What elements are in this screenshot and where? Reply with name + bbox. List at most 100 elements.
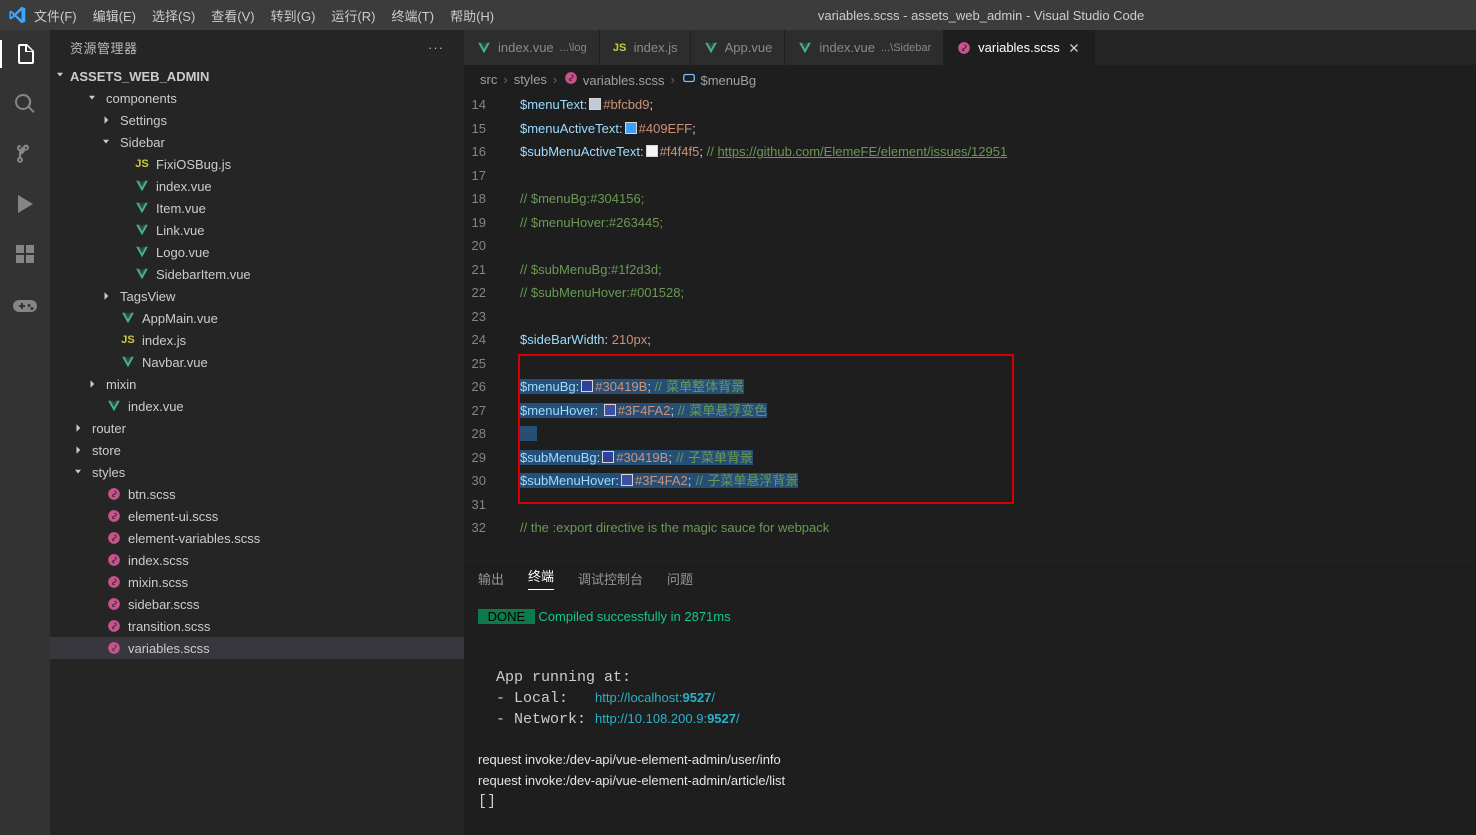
tree-file[interactable]: Item.vue bbox=[50, 197, 464, 219]
terminal-output[interactable]: DONE Compiled successfully in 2871ms App… bbox=[464, 595, 1476, 835]
menu-item[interactable]: 编辑(E) bbox=[93, 6, 136, 25]
chevron-icon bbox=[70, 442, 86, 458]
more-icon[interactable]: ··· bbox=[428, 40, 444, 55]
editor-tab[interactable]: variables.scss bbox=[944, 30, 1095, 65]
tree-file[interactable]: AppMain.vue bbox=[50, 307, 464, 329]
tab-label: index.js bbox=[634, 40, 678, 55]
breadcrumb-item[interactable]: variables.scss bbox=[563, 70, 664, 88]
chevron-icon bbox=[98, 134, 114, 150]
breadcrumb-item[interactable]: $menuBg bbox=[681, 70, 756, 88]
breadcrumb-item[interactable]: styles bbox=[514, 72, 547, 87]
breadcrumb[interactable]: src›styles› variables.scss› $menuBg bbox=[464, 65, 1476, 93]
explorer-icon[interactable] bbox=[0, 40, 50, 68]
tree-file[interactable]: JSFixiOSBug.js bbox=[50, 153, 464, 175]
tree-folder[interactable]: router bbox=[50, 417, 464, 439]
tab-label: App.vue bbox=[725, 40, 773, 55]
tree-item-label: btn.scss bbox=[128, 487, 176, 502]
sidebar-section-header[interactable]: ASSETS_WEB_ADMIN bbox=[50, 65, 464, 87]
tree-item-label: Logo.vue bbox=[156, 245, 210, 260]
chevron-icon bbox=[84, 90, 100, 106]
code-editor[interactable]: 14151617181920212223242526272829303132 $… bbox=[464, 93, 1476, 560]
tree-item-label: Item.vue bbox=[156, 201, 206, 216]
tree-file[interactable]: btn.scss bbox=[50, 483, 464, 505]
panel-tab[interactable]: 问题 bbox=[667, 569, 693, 588]
search-icon[interactable] bbox=[0, 90, 50, 118]
tree-file[interactable]: Navbar.vue bbox=[50, 351, 464, 373]
tree-file[interactable]: index.vue bbox=[50, 395, 464, 417]
tree-file[interactable]: Logo.vue bbox=[50, 241, 464, 263]
panel-tabs: 输出 终端 调试控制台 问题 bbox=[464, 561, 1476, 595]
chevron-icon bbox=[70, 420, 86, 436]
breadcrumb-item[interactable]: src bbox=[480, 72, 497, 87]
menu-item[interactable]: 终端(T) bbox=[391, 6, 434, 25]
tree-folder[interactable]: styles bbox=[50, 461, 464, 483]
tree-item-label: variables.scss bbox=[128, 641, 210, 656]
panel-tab[interactable]: 调试控制台 bbox=[578, 569, 643, 588]
run-debug-icon[interactable] bbox=[0, 190, 50, 218]
tree-item-label: index.vue bbox=[128, 399, 184, 414]
tree-item-label: SidebarItem.vue bbox=[156, 267, 251, 282]
tree-item-label: TagsView bbox=[120, 289, 175, 304]
code-pane[interactable]: $menuText:#bfcbd9;$menuActiveText:#409EF… bbox=[520, 93, 1476, 560]
explorer-sidebar: 资源管理器 ··· ASSETS_WEB_ADMIN components Set… bbox=[50, 30, 464, 835]
chevron-icon bbox=[70, 464, 86, 480]
menu-item[interactable]: 帮助(H) bbox=[450, 6, 494, 25]
editor-tabs: index.vue...\logJSindex.js App.vue index.v… bbox=[464, 30, 1476, 65]
tree-item-label: sidebar.scss bbox=[128, 597, 200, 612]
tree-file[interactable]: JSindex.js bbox=[50, 329, 464, 351]
bottom-panel: 输出 终端 调试控制台 问题 DONE Compiled successfully i… bbox=[464, 560, 1476, 835]
chevron-down-icon bbox=[54, 69, 66, 84]
sidebar-title: 资源管理器 ··· bbox=[50, 30, 464, 65]
tree-file[interactable]: element-variables.scss bbox=[50, 527, 464, 549]
menu-item[interactable]: 运行(R) bbox=[331, 6, 375, 25]
tree-item-label: transition.scss bbox=[128, 619, 210, 634]
tree-item-label: Link.vue bbox=[156, 223, 204, 238]
vscode-logo-icon bbox=[8, 6, 26, 24]
editor-tab[interactable]: JSindex.js bbox=[600, 30, 691, 65]
tree-file[interactable]: SidebarItem.vue bbox=[50, 263, 464, 285]
tree-folder[interactable]: Sidebar bbox=[50, 131, 464, 153]
tree-item-label: components bbox=[106, 91, 177, 106]
tree-file[interactable]: variables.scss bbox=[50, 637, 464, 659]
chevron-icon bbox=[98, 288, 114, 304]
tree-file[interactable]: sidebar.scss bbox=[50, 593, 464, 615]
editor-tab[interactable]: App.vue bbox=[691, 30, 786, 65]
line-gutter: 14151617181920212223242526272829303132 bbox=[464, 93, 520, 560]
menu-item[interactable]: 转到(G) bbox=[271, 6, 316, 25]
tree-item-label: index.js bbox=[142, 333, 186, 348]
tab-label: index.vue bbox=[498, 40, 554, 55]
tree-item-label: Settings bbox=[120, 113, 167, 128]
panel-tab[interactable]: 终端 bbox=[528, 566, 554, 590]
chevron-icon bbox=[98, 112, 114, 128]
tree-folder[interactable]: TagsView bbox=[50, 285, 464, 307]
panel-tab[interactable]: 输出 bbox=[478, 569, 504, 588]
tree-item-label: styles bbox=[92, 465, 125, 480]
menu-item[interactable]: 选择(S) bbox=[152, 6, 195, 25]
tree-item-label: mixin bbox=[106, 377, 136, 392]
tree-folder[interactable]: Settings bbox=[50, 109, 464, 131]
tree-folder[interactable]: mixin bbox=[50, 373, 464, 395]
menu-item[interactable]: 查看(V) bbox=[211, 6, 254, 25]
tree-item-label: element-variables.scss bbox=[128, 531, 260, 546]
tree-file[interactable]: index.scss bbox=[50, 549, 464, 571]
tree-folder[interactable]: components bbox=[50, 87, 464, 109]
editor-area: index.vue...\logJSindex.js App.vue index.v… bbox=[464, 30, 1476, 835]
editor-tab[interactable]: index.vue...\Sidebar bbox=[785, 30, 944, 65]
tree-folder[interactable]: store bbox=[50, 439, 464, 461]
tree-file[interactable]: transition.scss bbox=[50, 615, 464, 637]
tree-file[interactable]: element-ui.scss bbox=[50, 505, 464, 527]
game-icon[interactable] bbox=[0, 290, 50, 318]
source-control-icon[interactable] bbox=[0, 140, 50, 168]
tree-file[interactable]: mixin.scss bbox=[50, 571, 464, 593]
chevron-icon bbox=[84, 376, 100, 392]
menu-item[interactable]: 文件(F) bbox=[34, 6, 77, 25]
tree-file[interactable]: index.vue bbox=[50, 175, 464, 197]
tree-item-label: index.scss bbox=[128, 553, 189, 568]
close-icon[interactable] bbox=[1066, 40, 1082, 56]
main-menu-bar: 文件(F) 编辑(E) 选择(S) 查看(V) 转到(G) 运行(R) 终端(T) 帮助(H) bbox=[34, 6, 494, 25]
tab-label: variables.scss bbox=[978, 40, 1060, 55]
extensions-icon[interactable] bbox=[0, 240, 50, 268]
tree-file[interactable]: Link.vue bbox=[50, 219, 464, 241]
editor-tab[interactable]: index.vue...\log bbox=[464, 30, 600, 65]
tab-sublabel: ...\Sidebar bbox=[881, 42, 931, 54]
